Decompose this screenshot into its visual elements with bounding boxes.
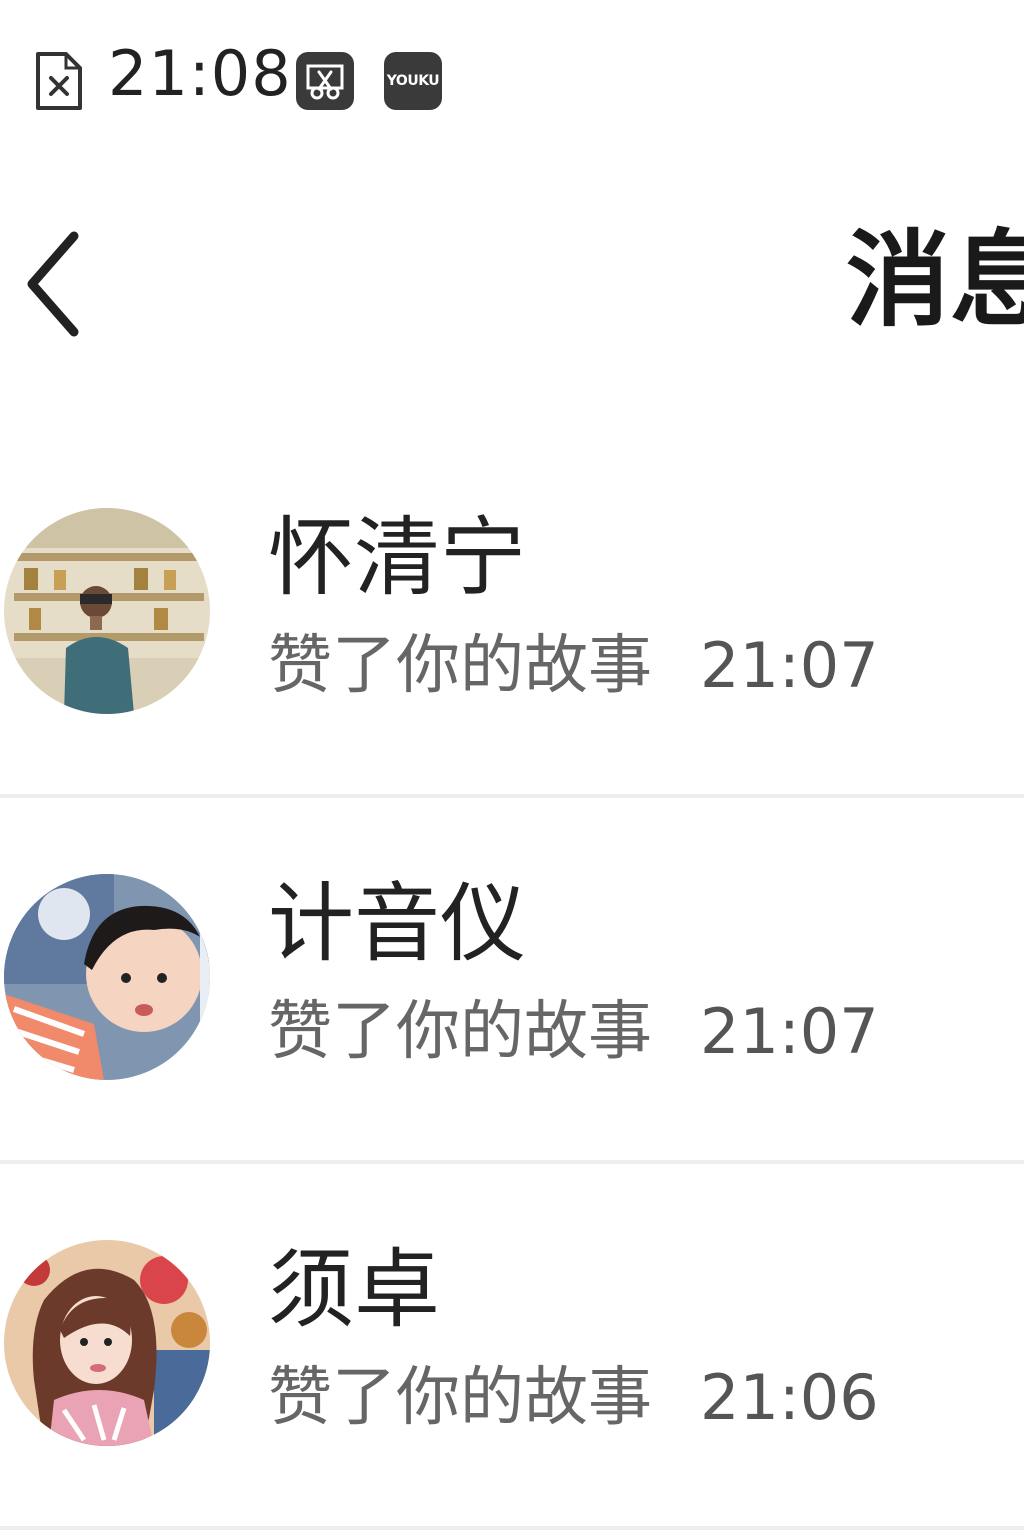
youku-icon: YOUKU bbox=[384, 52, 442, 110]
status-bar: 21:08 YOUKU bbox=[0, 0, 1024, 150]
message-list: 怀清宁 赞了你的故事 21:07 计音仪 赞了你的故事 21:07 须卓 赞了你… bbox=[0, 432, 1024, 1530]
page-title: 消息 bbox=[846, 218, 1024, 341]
user-name[interactable]: 怀清宁 bbox=[268, 508, 526, 608]
message-time: 21:07 bbox=[700, 995, 879, 1068]
sim-error-icon bbox=[36, 52, 82, 110]
avatar[interactable] bbox=[4, 874, 210, 1080]
action-text: 赞了你的故事 bbox=[268, 629, 652, 703]
avatar[interactable] bbox=[4, 508, 210, 714]
message-text: 赞了你的故事 21:06 bbox=[268, 1358, 879, 1438]
list-item[interactable]: 计音仪 赞了你的故事 21:07 bbox=[0, 798, 1024, 1164]
youku-label: YOUKU bbox=[386, 73, 440, 89]
user-name[interactable]: 计音仪 bbox=[268, 874, 526, 974]
chevron-left-icon bbox=[27, 231, 79, 337]
message-text: 赞了你的故事 21:07 bbox=[268, 992, 879, 1072]
action-text: 赞了你的故事 bbox=[268, 995, 652, 1069]
status-time: 21:08 bbox=[108, 37, 292, 110]
user-name[interactable]: 须卓 bbox=[268, 1240, 440, 1340]
list-item[interactable]: 怀清宁 赞了你的故事 21:07 bbox=[0, 432, 1024, 798]
avatar[interactable] bbox=[4, 1240, 210, 1446]
back-button[interactable] bbox=[14, 224, 94, 344]
message-text: 赞了你的故事 21:07 bbox=[268, 626, 879, 706]
message-time: 21:07 bbox=[700, 629, 879, 702]
title-bar: 消息 bbox=[0, 190, 1024, 390]
list-item[interactable]: 须卓 赞了你的故事 21:06 bbox=[0, 1164, 1024, 1530]
message-time: 21:06 bbox=[700, 1361, 879, 1434]
action-text: 赞了你的故事 bbox=[268, 1361, 652, 1435]
screenshot-scissors-icon bbox=[296, 52, 354, 110]
